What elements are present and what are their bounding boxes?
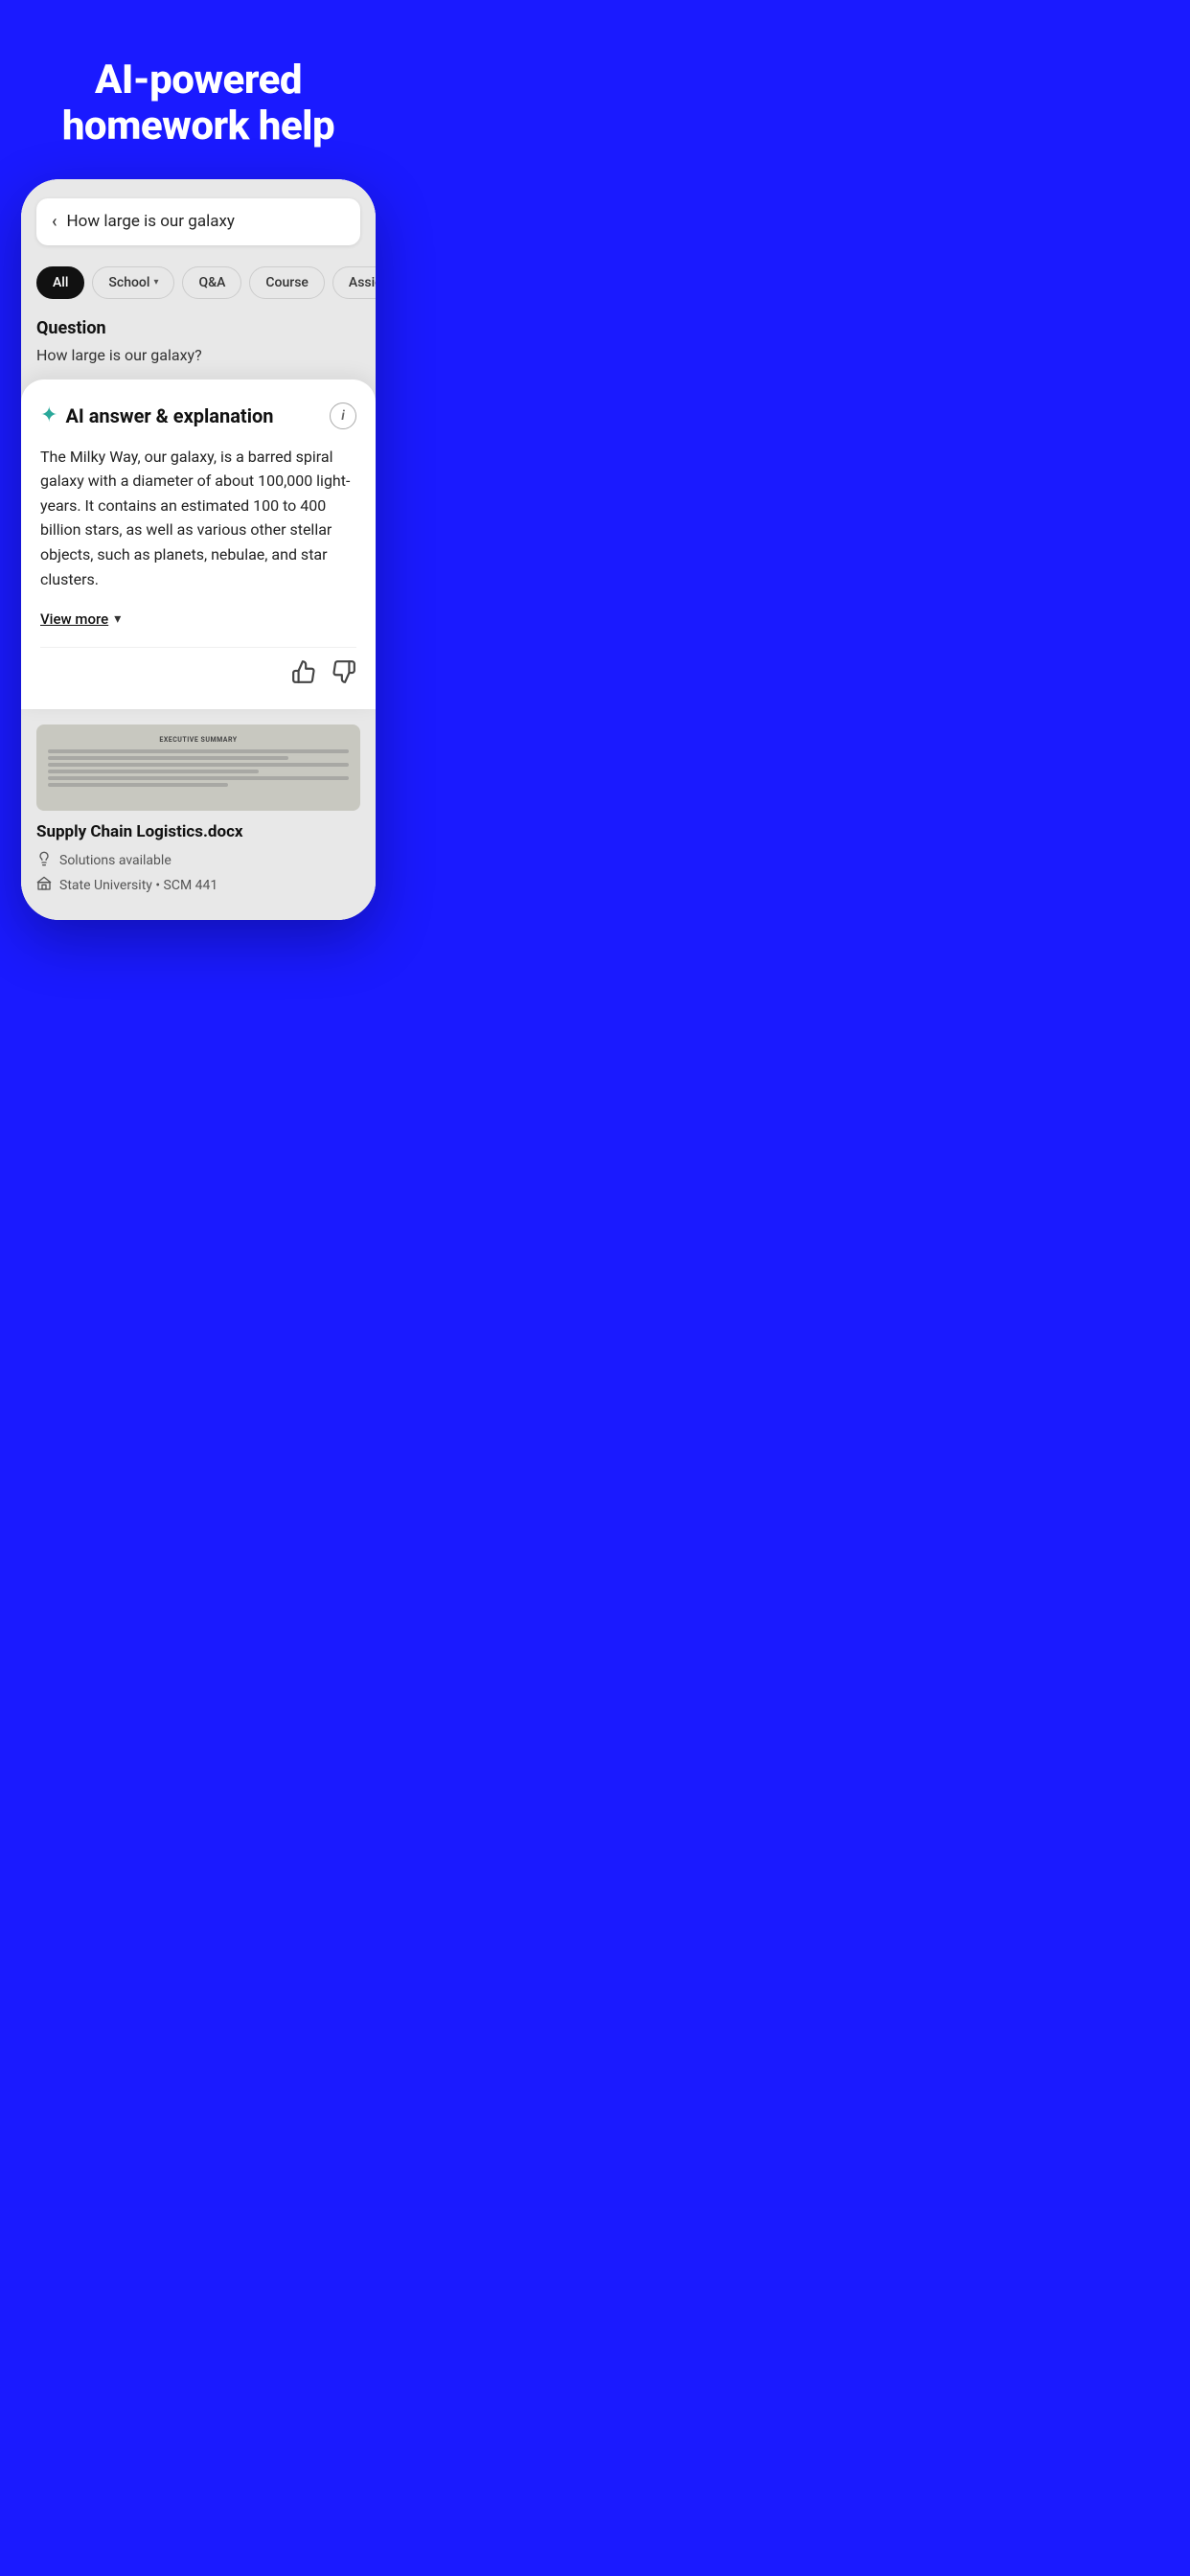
doc-line-5: [48, 776, 349, 780]
filter-pill-all[interactable]: All: [36, 266, 84, 299]
doc-preview-title: EXECUTIVE SUMMARY: [48, 736, 349, 744]
university-text: State University • SCM 441: [59, 878, 217, 893]
question-section: Question How large is our galaxy?: [21, 307, 376, 380]
search-bar[interactable]: ‹ How large is our galaxy: [36, 198, 360, 245]
thumbs-up-button[interactable]: [291, 659, 316, 690]
bulb-icon: [36, 851, 52, 870]
search-query-text: How large is our galaxy: [67, 212, 235, 231]
filter-row: All School ▾ Q&A Course Assign: [21, 255, 376, 307]
ai-answer-title-row: ✦ AI answer & explanation: [40, 403, 274, 427]
building-icon: [36, 876, 52, 895]
question-text: How large is our galaxy?: [36, 346, 360, 364]
ai-answer-card: ✦ AI answer & explanation i The Milky Wa…: [21, 380, 376, 710]
info-icon[interactable]: i: [330, 402, 356, 429]
thumbs-down-button[interactable]: [332, 659, 356, 690]
doc-filename: Supply Chain Logistics.docx: [36, 822, 360, 841]
sparkle-icon: ✦: [40, 403, 57, 427]
view-more-row: View more ▾: [40, 610, 356, 628]
solutions-text: Solutions available: [59, 853, 172, 868]
filter-pill-assign[interactable]: Assign: [332, 266, 376, 299]
feedback-row: [40, 647, 356, 690]
view-more-link[interactable]: View more: [40, 610, 108, 628]
doc-section: EXECUTIVE SUMMARY Supply Chain Logistics…: [21, 709, 376, 920]
ai-answer-title: AI answer & explanation: [65, 404, 273, 427]
doc-line-4: [48, 770, 259, 773]
doc-line-3: [48, 763, 349, 767]
doc-line-1: [48, 749, 349, 753]
doc-card[interactable]: EXECUTIVE SUMMARY Supply Chain Logistics…: [21, 709, 376, 920]
filter-pill-qa[interactable]: Q&A: [182, 266, 241, 299]
filter-pill-school[interactable]: School ▾: [92, 266, 174, 299]
filter-pill-course[interactable]: Course: [249, 266, 325, 299]
hero-title: AI-powered homework help: [62, 58, 334, 150]
ai-answer-body: The Milky Way, our galaxy, is a barred s…: [40, 445, 356, 592]
search-area: ‹ How large is our galaxy: [21, 179, 376, 255]
doc-preview-lines: [48, 749, 349, 787]
doc-line-6: [48, 783, 228, 787]
chevron-down-icon: ▾: [153, 277, 158, 288]
hero-section: AI-powered homework help: [0, 0, 397, 179]
doc-line-2: [48, 756, 288, 760]
ai-answer-header: ✦ AI answer & explanation i: [40, 402, 356, 429]
phone-mockup: ‹ How large is our galaxy All School ▾ Q…: [21, 179, 376, 921]
view-more-chevron-icon: ▾: [114, 611, 121, 627]
back-icon[interactable]: ‹: [52, 212, 57, 232]
doc-university-row: State University • SCM 441: [36, 876, 360, 895]
doc-preview: EXECUTIVE SUMMARY: [36, 724, 360, 811]
question-label: Question: [36, 318, 360, 338]
doc-solutions-row: Solutions available: [36, 851, 360, 870]
